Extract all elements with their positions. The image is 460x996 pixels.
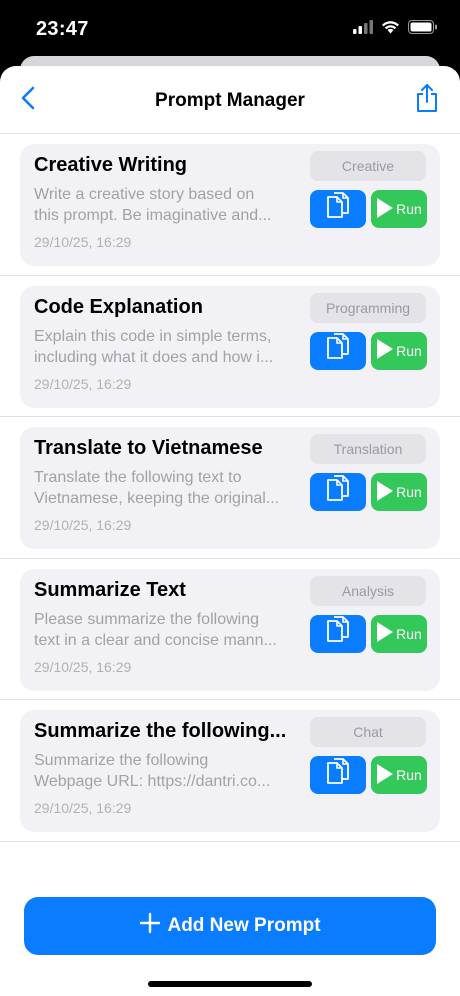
list-item: Summarize Text Please summarize the foll… <box>0 559 460 700</box>
copy-icon <box>325 333 351 368</box>
prompt-description-line: Please summarize the following <box>34 610 259 628</box>
run-button-label: Run <box>396 625 422 642</box>
category-tag: Analysis <box>310 575 426 606</box>
run-button[interactable]: Run <box>371 190 427 228</box>
prompt-description-line: Write a creative story based on <box>34 186 255 203</box>
add-new-prompt-button[interactable]: Add New Prompt <box>24 897 436 955</box>
copy-button[interactable] <box>310 190 366 228</box>
list-item: Creative Writing Write a creative story … <box>0 134 460 276</box>
status-time: 23:47 <box>36 18 89 40</box>
copy-icon <box>325 191 351 227</box>
prompt-card[interactable]: Creative Writing Write a creative story … <box>20 144 440 266</box>
copy-button[interactable] <box>310 756 366 794</box>
prompt-description: Translate the following text to Vietname… <box>34 467 296 509</box>
category-tag: Programming <box>310 292 426 323</box>
prompt-description: Please summarize the following text in a… <box>34 609 296 651</box>
prompt-description-line: Summarize the following <box>34 752 209 769</box>
copy-button[interactable] <box>310 331 366 370</box>
prompt-description-line: including what it does and how i... <box>34 348 274 366</box>
battery-icon <box>408 20 438 39</box>
prompt-card[interactable]: Summarize the following... Summarize the… <box>20 710 440 832</box>
prompt-manager-sheet: Prompt Manager Creative Writing Write a … <box>0 66 460 996</box>
prompt-description-line: text in a clear and concise mann... <box>34 631 277 649</box>
copy-button[interactable] <box>310 473 366 511</box>
run-button-label: Run <box>396 484 422 500</box>
signal-icon <box>353 20 373 39</box>
prompt-description-line: Explain this code in simple terms, <box>34 327 272 345</box>
play-icon <box>376 763 394 788</box>
prompt-description: Write a creative story based on this pro… <box>34 184 296 226</box>
prompt-description: Summarize the following Webpage URL: htt… <box>34 750 296 792</box>
category-tag: Chat <box>310 717 426 747</box>
status-icons <box>353 20 438 39</box>
prompt-title: Summarize the following... <box>34 720 287 742</box>
copy-icon <box>325 474 351 510</box>
list-item: Translate to Vietnamese Translate the fo… <box>0 417 460 559</box>
category-tag: Creative <box>310 151 426 181</box>
prompt-title: Creative Writing <box>34 154 187 176</box>
run-button-label: Run <box>396 201 422 217</box>
prompt-description-line: Webpage URL: https://dantri.co... <box>34 773 271 790</box>
prompt-card[interactable]: Translate to Vietnamese Translate the fo… <box>20 427 440 549</box>
run-button[interactable]: Run <box>371 614 427 653</box>
plus-icon <box>139 912 161 940</box>
navigation-bar: Prompt Manager <box>0 66 460 134</box>
prompt-title: Code Explanation <box>34 295 203 318</box>
run-button[interactable]: Run <box>371 473 427 511</box>
prompt-description-line: Vietnamese, keeping the original... <box>34 490 280 507</box>
page-title: Prompt Manager <box>155 90 305 111</box>
wifi-icon <box>381 20 400 39</box>
prompt-date: 29/10/25, 16:29 <box>34 517 132 533</box>
run-button-label: Run <box>396 767 422 783</box>
prompt-date: 29/10/25, 16:29 <box>34 800 132 816</box>
run-button[interactable]: Run <box>371 756 427 794</box>
status-bar: 23:47 <box>0 0 460 60</box>
list-item: Summarize the following... Summarize the… <box>0 700 460 842</box>
prompt-date: 29/10/25, 16:29 <box>34 375 132 392</box>
run-button-label: Run <box>396 342 422 359</box>
prompt-date: 29/10/25, 16:29 <box>34 658 132 675</box>
play-icon <box>376 338 394 363</box>
prompt-description-line: this prompt. Be imaginative and... <box>34 207 272 224</box>
prompt-description-line: Translate the following text to <box>34 469 242 486</box>
share-icon <box>415 83 439 118</box>
run-button[interactable]: Run <box>371 331 427 370</box>
category-tag: Translation <box>310 434 426 464</box>
home-indicator <box>148 981 312 987</box>
add-new-prompt-label: Add New Prompt <box>167 915 321 936</box>
copy-icon <box>325 616 351 651</box>
play-icon <box>376 197 394 222</box>
prompt-description: Explain this code in simple terms, inclu… <box>34 326 296 368</box>
share-button[interactable] <box>412 83 442 118</box>
play-icon <box>376 480 394 505</box>
prompt-list: Creative Writing Write a creative story … <box>0 134 460 842</box>
play-icon <box>376 621 394 646</box>
prompt-title: Translate to Vietnamese <box>34 437 263 459</box>
list-item: Code Explanation Explain this code in si… <box>0 276 460 417</box>
copy-button[interactable] <box>310 614 366 653</box>
prompt-title: Summarize Text <box>34 578 186 601</box>
prompt-date: 29/10/25, 16:29 <box>34 234 132 250</box>
copy-icon <box>325 757 351 793</box>
prompt-card[interactable]: Code Explanation Explain this code in si… <box>20 285 440 408</box>
prompt-card[interactable]: Summarize Text Please summarize the foll… <box>20 568 440 691</box>
